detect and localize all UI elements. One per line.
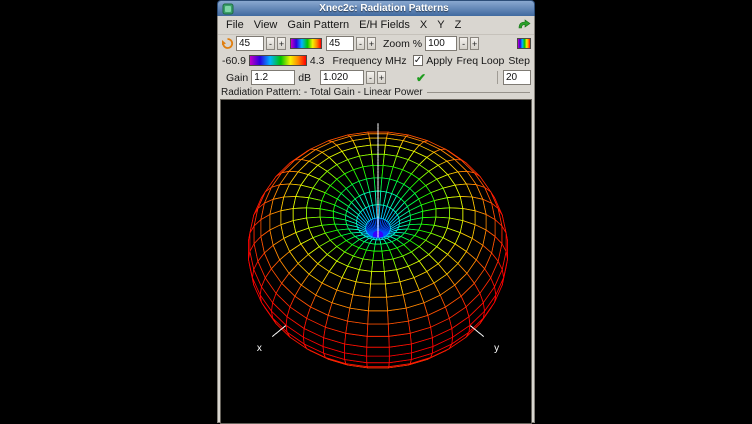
gain-value-field[interactable]: 1.2: [251, 70, 295, 85]
radiation-pattern-canvas[interactable]: x y: [220, 99, 532, 424]
zoom-label: Zoom %: [382, 38, 423, 50]
apply-frequency-button[interactable]: ✔: [416, 72, 426, 84]
plot-geometry: [249, 123, 508, 368]
frequency-minus-button[interactable]: -: [366, 71, 375, 84]
redraw-loop-button[interactable]: [517, 18, 531, 32]
toolbar-separator: [497, 71, 498, 84]
step-label: Step: [507, 55, 531, 67]
colormap-toggle-button[interactable]: [517, 38, 531, 49]
menu-x[interactable]: X: [415, 18, 432, 32]
gain-colorscale: [249, 55, 307, 66]
colorscale-min-value: -60.9: [221, 55, 247, 67]
menu-eh-fields[interactable]: E/H Fields: [354, 18, 415, 32]
incline-minus-button[interactable]: -: [356, 37, 365, 50]
incline-spinner-input[interactable]: 45: [326, 36, 354, 51]
menu-z[interactable]: Z: [450, 18, 467, 32]
zoom-spinner-input[interactable]: 100: [425, 36, 457, 51]
gain-label: Gain: [225, 72, 249, 84]
plot-frame-label: Radiation Pattern: - Total Gain - Linear…: [221, 87, 423, 98]
app-icon: [222, 3, 234, 15]
frequency-spinner-input[interactable]: 1.020: [320, 70, 364, 85]
plot-frame-header: Radiation Pattern: - Total Gain - Linear…: [218, 86, 534, 99]
gain-unit-label: dB: [297, 72, 312, 84]
window-body: File View Gain Pattern E/H Fields X Y Z: [217, 16, 535, 423]
radiation-plot-svg: x y: [221, 100, 531, 423]
freq-loop-label: Freq Loop: [456, 55, 506, 67]
rotate-reset-button[interactable]: [221, 37, 234, 51]
rotate-icon: [221, 37, 234, 50]
axis-x-label: x: [257, 343, 262, 354]
frequency-toolbar: -60.9 4.3 Frequency MHz ✓ Apply Freq Loo…: [218, 52, 534, 69]
apply-checkbox[interactable]: ✓: [413, 55, 424, 66]
apply-label: Apply: [425, 55, 453, 67]
rotate-spinner-input[interactable]: 45: [236, 36, 264, 51]
zoom-plus-button[interactable]: +: [470, 37, 479, 50]
freq-steps-field[interactable]: 20: [503, 70, 531, 85]
rotate-plus-button[interactable]: +: [277, 37, 286, 50]
menu-gain-pattern[interactable]: Gain Pattern: [282, 18, 354, 32]
colormap-strip-button[interactable]: [290, 38, 322, 49]
menu-file[interactable]: File: [221, 18, 249, 32]
xnec2c-radiation-window: Xnec2c: Radiation Patterns File View Gai…: [217, 0, 535, 423]
colorscale-max-value: 4.3: [309, 55, 326, 67]
rotate-minus-button[interactable]: -: [266, 37, 275, 50]
axis-y-label: y: [494, 343, 499, 354]
green-arrow-icon: [517, 19, 531, 31]
window-title: Xnec2c: Radiation Patterns: [238, 3, 530, 14]
title-bar[interactable]: Xnec2c: Radiation Patterns: [217, 0, 535, 16]
view-toolbar: 45 - + 45 - + Zoom % 100 - +: [218, 35, 534, 52]
menu-y[interactable]: Y: [432, 18, 449, 32]
menu-view[interactable]: View: [249, 18, 283, 32]
frequency-label: Frequency MHz: [331, 55, 407, 67]
menu-bar: File View Gain Pattern E/H Fields X Y Z: [218, 16, 534, 35]
frame-rule: [427, 92, 530, 93]
gain-toolbar: Gain 1.2 dB 1.020 - + ✔ 20: [218, 69, 534, 86]
frequency-plus-button[interactable]: +: [377, 71, 386, 84]
zoom-minus-button[interactable]: -: [459, 37, 468, 50]
incline-plus-button[interactable]: +: [367, 37, 376, 50]
